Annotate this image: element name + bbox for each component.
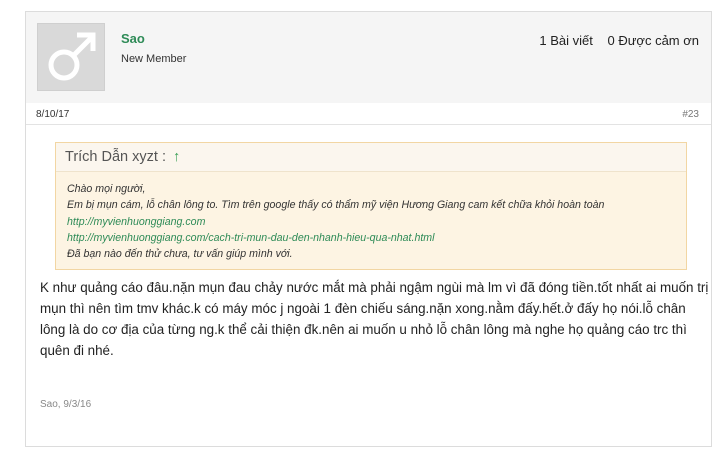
quote-line: Chào mọi người, <box>67 183 146 195</box>
thanks-count: 0 Được cảm ơn <box>607 33 700 48</box>
avatar[interactable] <box>37 23 105 91</box>
post-message: K như quảng cáo đâu.nặn mụn đau chảy nướ… <box>40 280 709 358</box>
post-permalink[interactable]: #23 <box>682 109 699 120</box>
post-count: 1 Bài viết <box>539 33 593 48</box>
quote-jump-arrow-icon[interactable]: ↑ <box>173 149 180 165</box>
forum-post: Sao New Member 1 Bài viết 0 Được cảm ơn … <box>25 11 712 447</box>
post-meta: 8/10/17 #23 <box>26 103 711 125</box>
quote-block: Trích Dẫn xyzt : ↑ Chào mọi người, Em bị… <box>55 142 687 270</box>
male-symbol-icon <box>48 32 96 81</box>
post-footer-meta: Sao, 9/3/16 <box>40 399 92 410</box>
quote-line: Đã bạn nào đến thử chưa, tư vấn giúp mìn… <box>67 248 293 261</box>
quote-author: Trích Dẫn xyzt : ↑ <box>65 149 180 165</box>
quote-body: Chào mọi người, Em bị mụn cám, lỗ chân l… <box>67 181 682 262</box>
username-link[interactable]: Sao <box>121 31 145 46</box>
post-date: 8/10/17 <box>36 109 70 120</box>
quote-line: Em bị mụn cám, lỗ chân lông to. Tìm trên… <box>67 199 605 212</box>
quote-link[interactable]: http://myvienhuonggiang.com/cach-tri-mun… <box>67 230 682 246</box>
quote-link[interactable]: http://myvienhuonggiang.com <box>67 214 682 230</box>
user-title: New Member <box>121 53 187 65</box>
quote-author-label: Trích Dẫn xyzt : <box>65 149 166 165</box>
quote-header: Trích Dẫn xyzt : ↑ <box>56 143 686 172</box>
post-header: Sao New Member 1 Bài viết 0 Được cảm ơn <box>26 12 711 103</box>
user-stats: 1 Bài viết 0 Được cảm ơn <box>528 33 699 48</box>
